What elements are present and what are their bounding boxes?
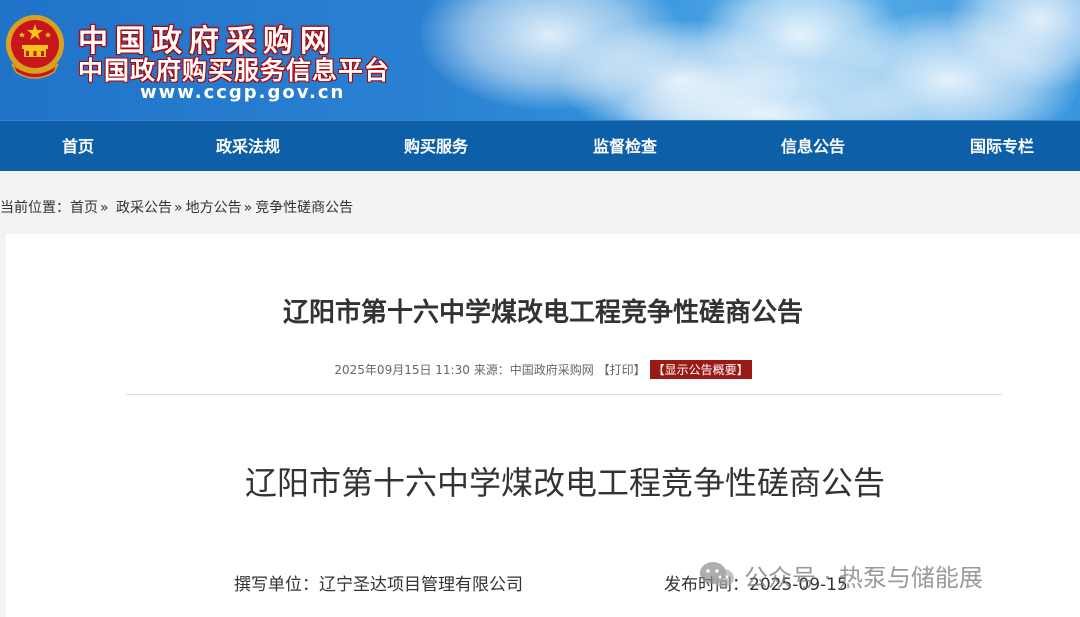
source-label: 来源： (473, 363, 510, 377)
breadcrumb-local-notices[interactable]: 地方公告 (186, 200, 242, 216)
breadcrumb-separator: » (100, 200, 109, 216)
article-meta: 2025年09月15日 11:30 来源：中国政府采购网 【打印】 【显示公告概要… (6, 360, 1080, 379)
divider (126, 394, 1002, 395)
breadcrumb-prefix: 当前位置： (0, 200, 70, 216)
main-nav: 首页 政采法规 购买服务 监督检查 信息公告 国际专栏 (0, 120, 1080, 171)
writer-value: 辽宁圣达项目管理有限公司 (319, 575, 523, 595)
nav-supervision[interactable]: 监督检查 (575, 121, 675, 172)
breadcrumb-competitive-negotiation[interactable]: 竞争性磋商公告 (255, 200, 353, 216)
document-title: 辽阳市第十六中学煤改电工程竞争性磋商公告 (244, 464, 885, 502)
wechat-icon (700, 562, 734, 587)
breadcrumb: 当前位置：首页» 政采公告» 地方公告» 竞争性磋商公告 (0, 197, 353, 225)
watermark-name: 热泵与储能展 (838, 563, 983, 592)
writer-line: 撰写单位：辽宁圣达项目管理有限公司 (234, 570, 523, 595)
source-name: 中国政府采购网 (509, 363, 594, 377)
nav-home[interactable]: 首页 (28, 121, 128, 172)
breadcrumb-procurement-notices[interactable]: 政采公告 (116, 200, 172, 216)
show-summary-button[interactable]: 【显示公告概要】 (649, 360, 752, 379)
nav-international[interactable]: 国际专栏 (952, 121, 1052, 172)
publish-datetime: 2025年09月15日 11:30 (334, 363, 470, 377)
nav-regulations[interactable]: 政采法规 (198, 121, 298, 172)
site-banner: 中国政府采购网 中国政府购买服务信息平台 www.ccgp.gov.cn (0, 0, 1080, 120)
breadcrumb-home[interactable]: 首页 (70, 200, 98, 216)
article-title: 辽阳市第十六中学煤改电工程竞争性磋商公告 (282, 298, 803, 328)
national-emblem-icon (6, 15, 64, 79)
site-url: www.ccgp.gov.cn (140, 82, 346, 103)
print-link[interactable]: 【打印】 (598, 363, 646, 377)
nav-announcements[interactable]: 信息公告 (763, 121, 863, 172)
breadcrumb-separator: » (243, 200, 253, 216)
breadcrumb-separator: » (174, 200, 183, 216)
writer-label: 撰写单位： (234, 575, 319, 595)
watermark: 公众号 · 热泵与储能展 (698, 558, 983, 592)
nav-purchase-services[interactable]: 购买服务 (386, 121, 486, 172)
watermark-prefix: 公众号 · (744, 563, 832, 592)
